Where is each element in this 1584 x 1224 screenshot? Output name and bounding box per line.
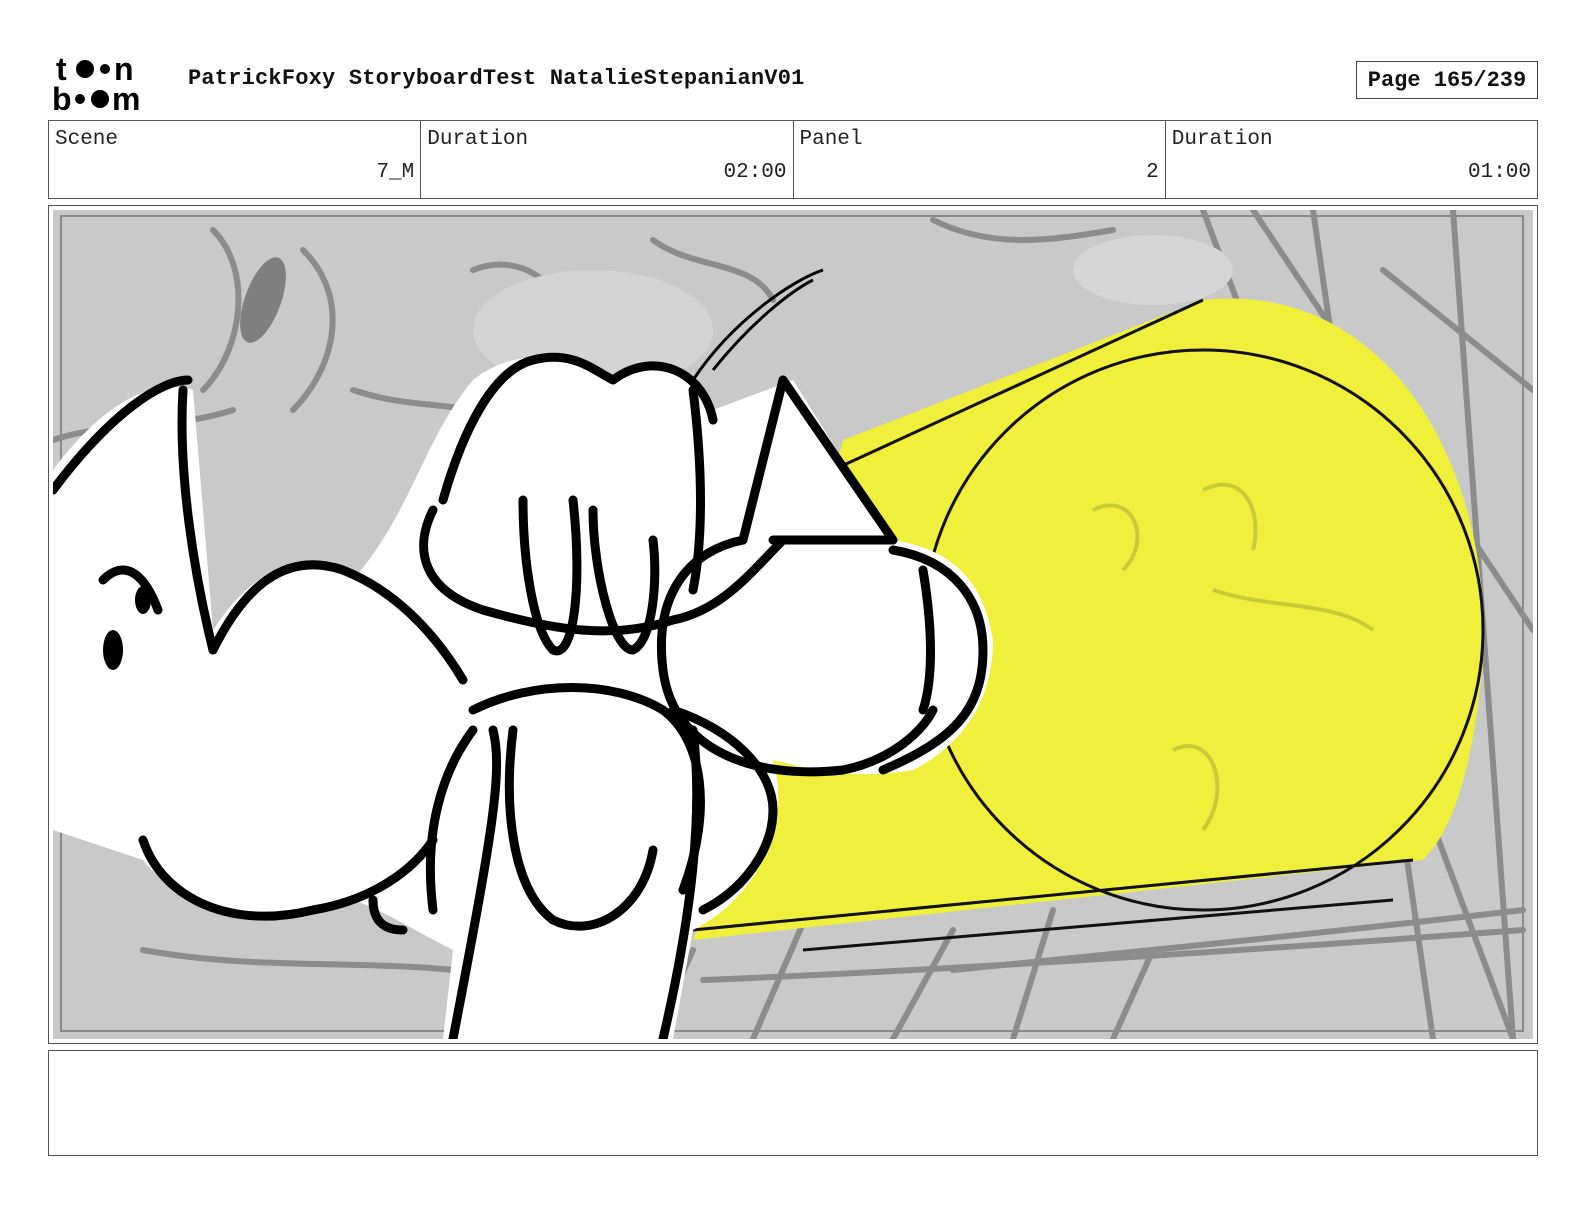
panel-duration-value: 01:00 [1467, 161, 1531, 184]
panel-label: Panel [799, 128, 863, 151]
panel-value: 2 [1146, 161, 1159, 184]
panel-duration-label: Duration [1171, 128, 1273, 151]
scene-cell: Scene 7_M [49, 121, 422, 198]
page-number: Page 165/239 [1356, 61, 1538, 99]
scene-label: Scene [55, 128, 119, 151]
panel-duration-cell: Duration 01:00 [1166, 121, 1537, 198]
panel-notes-box [48, 1050, 1538, 1156]
svg-text:b: b [52, 81, 72, 114]
scene-duration-value: 02:00 [723, 161, 787, 184]
scene-info-table: Scene 7_M Duration 02:00 Panel 2 Duratio… [48, 120, 1538, 199]
storyboard-sketch-image [53, 210, 1533, 1039]
svg-text:m: m [112, 81, 140, 114]
storyboard-panel [48, 205, 1538, 1044]
document-title: PatrickFoxy StoryboardTest NatalieStepan… [188, 66, 805, 91]
panel-cell: Panel 2 [794, 121, 1166, 198]
scene-value: 7_M [376, 161, 415, 184]
scene-duration-cell: Duration 02:00 [421, 121, 794, 198]
toon-boom-logo-icon: t n b m [52, 51, 140, 114]
scene-duration-label: Duration [427, 128, 529, 151]
